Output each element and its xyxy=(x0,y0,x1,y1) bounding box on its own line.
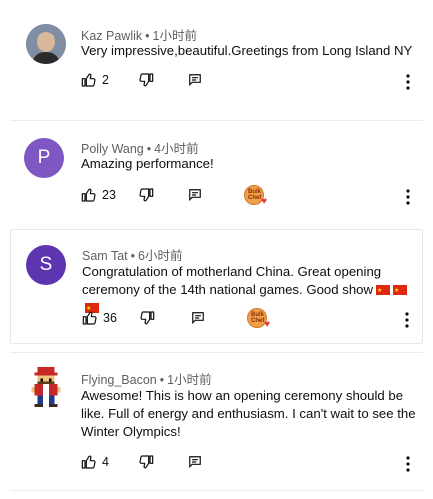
creator-heart-icon[interactable]: Bulk Chef ♥ xyxy=(247,308,270,330)
thumbs-up-icon xyxy=(81,72,97,88)
like-count: 2 xyxy=(102,73,109,87)
comment-meta: Flying_Bacon • 1小时前 xyxy=(81,373,212,387)
author-name[interactable]: Flying_Bacon xyxy=(81,373,157,387)
creator-heart-icon[interactable]: Bulk Chef ♥ xyxy=(244,185,267,207)
thumbs-down-icon xyxy=(138,454,154,470)
comment-text-line: Congratulation of motherland China. Grea… xyxy=(82,264,382,279)
thumbs-down-icon xyxy=(138,187,154,203)
reply-icon xyxy=(188,455,202,469)
like-button[interactable]: 23 xyxy=(81,187,116,203)
more-options-icon[interactable] xyxy=(401,72,415,92)
author-name[interactable]: Sam Tat xyxy=(82,249,128,263)
china-flag-icon xyxy=(393,282,408,300)
reply-button[interactable] xyxy=(188,188,202,202)
avatar-letter: P xyxy=(37,147,51,168)
avatar[interactable] xyxy=(26,367,66,407)
more-options-icon[interactable] xyxy=(400,310,414,330)
reply-button[interactable] xyxy=(191,311,205,325)
author-name[interactable]: Polly Wang xyxy=(81,142,144,156)
divider xyxy=(10,490,423,491)
like-button[interactable]: 2 xyxy=(81,72,109,88)
user-photo-icon xyxy=(26,24,66,64)
comment-2: P Polly Wang • 4小时前 Amazing performance! 2… xyxy=(0,121,433,221)
reply-icon xyxy=(188,73,202,87)
comment-time[interactable]: 1小时前 xyxy=(153,29,197,43)
comment-text: Very impressive,beautiful.Greetings from… xyxy=(81,43,413,58)
heart-icon: ♥ xyxy=(264,319,270,330)
thumbs-down-icon xyxy=(138,72,154,88)
reply-button[interactable] xyxy=(188,455,202,469)
heart-icon: ♥ xyxy=(261,196,267,207)
dislike-button[interactable] xyxy=(138,454,154,470)
dislike-button[interactable] xyxy=(138,187,154,203)
dislike-button[interactable] xyxy=(139,310,155,326)
thumbs-up-icon xyxy=(81,454,97,470)
like-button[interactable]: 36 xyxy=(82,310,117,326)
comment-time[interactable]: 1小时前 xyxy=(167,373,211,387)
thumbs-up-icon xyxy=(81,187,97,203)
more-options-icon[interactable] xyxy=(401,187,415,207)
comment-1: Kaz Pawlik • 1小时前 Very impressive,beautifu… xyxy=(0,0,433,110)
comment-text: Congratulation of motherland China. Grea… xyxy=(82,263,418,318)
comment-3: S Sam Tat • 6小时前 Congratulation of motherl… xyxy=(10,229,423,344)
thumbs-up-icon xyxy=(82,310,98,326)
reply-icon xyxy=(188,188,202,202)
like-button[interactable]: 4 xyxy=(81,454,109,470)
avatar[interactable] xyxy=(26,24,66,64)
reply-icon xyxy=(191,311,205,325)
comment-4: Flying_Bacon • 1小时前 Awesome! This is how a… xyxy=(0,353,433,499)
avatar[interactable]: P xyxy=(24,138,64,178)
comment-time[interactable]: 4小时前 xyxy=(154,142,198,156)
comment-time[interactable]: 6小时前 xyxy=(138,249,182,263)
thumbs-down-icon xyxy=(139,310,155,326)
china-flag-icon xyxy=(376,282,391,300)
like-count: 23 xyxy=(102,188,116,202)
like-count: 4 xyxy=(102,455,109,469)
comment-text: Awesome! This is how an opening ceremony… xyxy=(81,388,416,439)
pixel-character-icon xyxy=(31,367,61,407)
avatar[interactable]: S xyxy=(26,245,66,285)
dislike-button[interactable] xyxy=(138,72,154,88)
like-count: 36 xyxy=(103,311,117,325)
author-name[interactable]: Kaz Pawlik xyxy=(81,29,142,43)
comment-meta: Sam Tat • 6小时前 xyxy=(82,249,183,263)
reply-button[interactable] xyxy=(188,73,202,87)
avatar-letter: S xyxy=(39,254,53,275)
comment-text: Amazing performance! xyxy=(81,156,214,171)
more-options-icon[interactable] xyxy=(401,454,415,474)
